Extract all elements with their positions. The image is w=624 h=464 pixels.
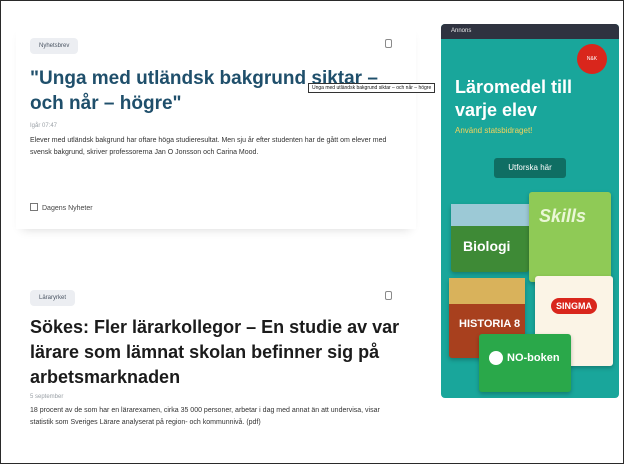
- ad-label: Annons: [441, 24, 619, 39]
- book-title: HISTORIA 8: [459, 318, 521, 330]
- cover-art: [451, 204, 529, 226]
- source-link[interactable]: Dagens Nyheter: [30, 203, 93, 212]
- ad-headline: Läromedel till varje elev: [455, 77, 573, 120]
- explore-button[interactable]: Utforska här: [494, 158, 566, 178]
- book-title: Skills: [539, 206, 587, 226]
- article-date: Igår 07:47: [30, 123, 58, 129]
- source-label: Dagens Nyheter: [42, 205, 93, 212]
- article-summary: 18 procent av de som har en lärarexamen,…: [30, 407, 380, 426]
- book-title: Biologi: [463, 238, 511, 254]
- no-logo-icon: [489, 351, 503, 365]
- book-title: SINGMA: [551, 298, 597, 314]
- book-cover-skills: Skills: [529, 192, 611, 282]
- article-title[interactable]: Sökes: Fler lärarkollegor – En studie av…: [30, 315, 400, 390]
- title-tooltip: Unga med utländsk bakgrund siktar – och …: [308, 83, 436, 93]
- cover-art: [449, 278, 525, 304]
- advertisement[interactable]: Annons N&K Läromedel till varje elev Anv…: [441, 24, 619, 398]
- article-card[interactable]: Nyhetsbrev "Unga med utländsk bakgrund s…: [16, 24, 416, 229]
- article-card[interactable]: Läraryrket Sökes: Fler lärarkollegor – E…: [16, 276, 416, 461]
- book-title: NO-boken: [507, 352, 560, 364]
- bookmark-icon[interactable]: [385, 291, 392, 300]
- article-date: 5 september: [30, 394, 64, 400]
- bookmark-icon[interactable]: [385, 39, 392, 48]
- brand-logo: N&K: [577, 44, 607, 74]
- category-tag[interactable]: Nyhetsbrev: [30, 38, 79, 54]
- ad-subline: Använd statsbidraget!: [455, 126, 533, 135]
- book-cover-no: NO-boken: [479, 334, 571, 392]
- book-cover-biologi: Biologi: [451, 204, 529, 272]
- article-summary: Elever med utländsk bakgrund har oftare …: [30, 137, 387, 156]
- external-link-icon: [30, 203, 38, 211]
- category-tag[interactable]: Läraryrket: [30, 290, 76, 306]
